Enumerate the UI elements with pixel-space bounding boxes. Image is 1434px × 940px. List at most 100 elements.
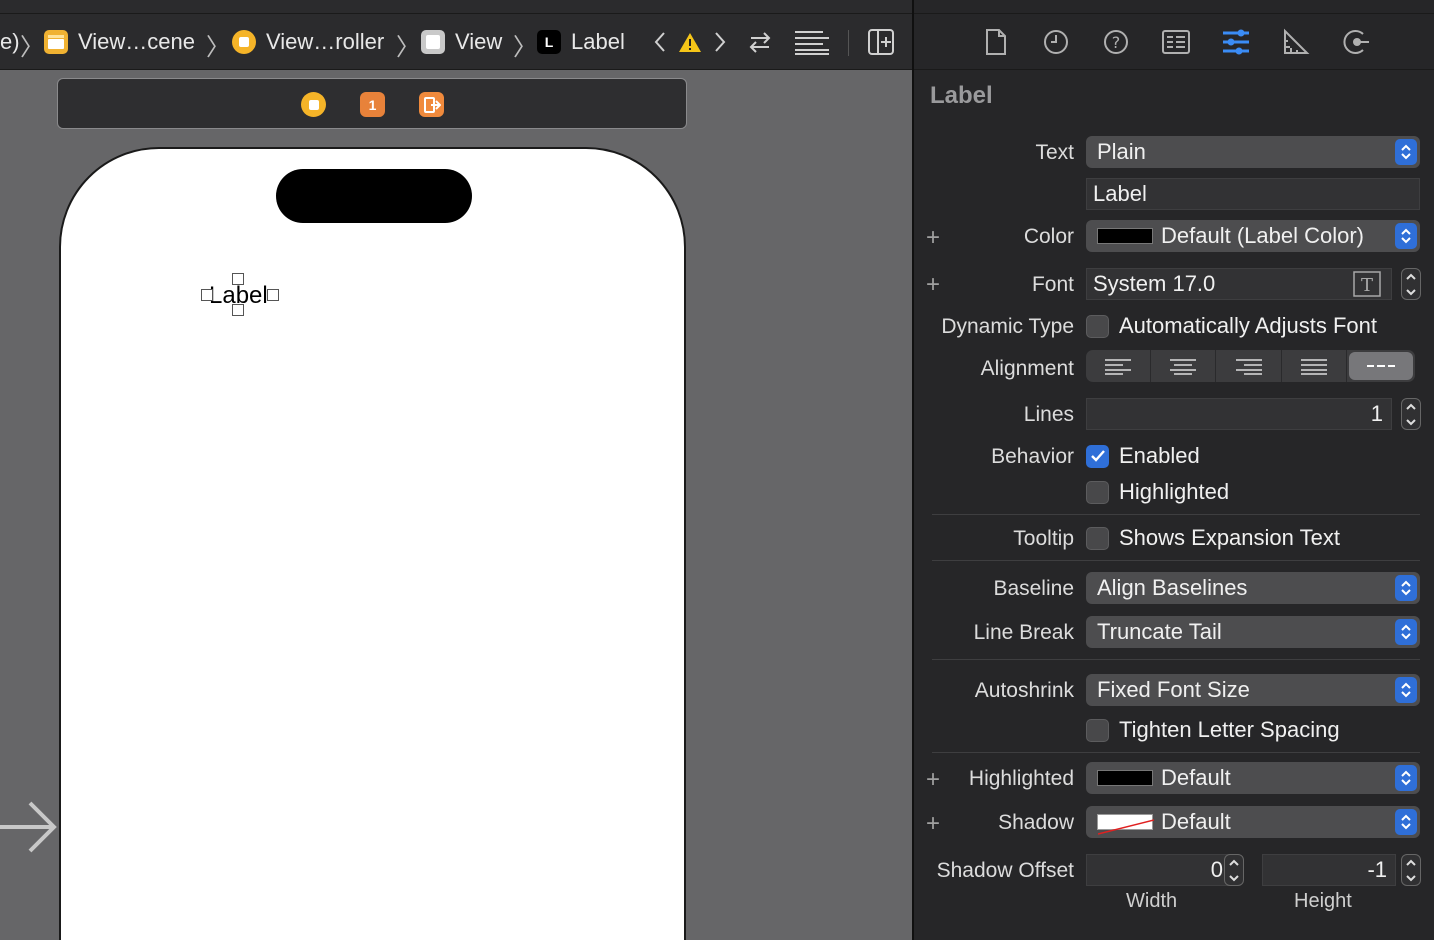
color-swatch <box>1097 770 1153 786</box>
connections-inspector-icon[interactable] <box>1341 26 1371 58</box>
align-left-button[interactable] <box>1086 350 1152 382</box>
chevron-down-icon <box>1406 418 1416 425</box>
view-controller-icon[interactable] <box>301 92 326 117</box>
exit-icon[interactable] <box>419 92 444 117</box>
align-natural-button[interactable] <box>1348 352 1414 380</box>
width-caption: Width <box>1126 890 1178 912</box>
svg-text:T: T <box>1361 275 1373 296</box>
view-icon <box>421 30 445 54</box>
tighten-spacing-checkbox[interactable]: Tighten Letter Spacing <box>1086 717 1340 743</box>
popup-chevron-icon <box>1395 619 1417 645</box>
add-variation-icon[interactable]: + <box>926 271 940 299</box>
editor-options-icon[interactable] <box>792 27 832 57</box>
text-type-value: Plain <box>1097 139 1146 164</box>
add-variation-icon[interactable]: + <box>926 810 940 838</box>
lines-stepper[interactable] <box>1401 398 1421 430</box>
add-variation-icon[interactable]: + <box>926 766 940 794</box>
adjusts-font-label: Automatically Adjusts Font <box>1119 313 1378 338</box>
toolbar-divider <box>848 30 849 56</box>
warning-icon[interactable] <box>677 27 703 57</box>
text-content-field[interactable]: Label <box>1086 178 1420 210</box>
adjusts-font-checkbox[interactable]: Automatically Adjusts Font <box>1086 313 1377 339</box>
shadow-offset-width-field[interactable]: 0 <box>1086 854 1232 886</box>
history-inspector-icon[interactable] <box>1041 26 1071 58</box>
align-justify-button[interactable] <box>1282 350 1347 382</box>
dynamic-island <box>276 169 472 223</box>
font-value: System 17.0 <box>1093 271 1216 296</box>
interface-builder-canvas[interactable]: e) 〉 View…cene 〉 View…roller 〉 View 〉 L … <box>0 0 912 940</box>
related-items-icon[interactable] <box>745 27 775 57</box>
height-caption: Height <box>1294 890 1352 912</box>
color-popup[interactable]: Default (Label Color) <box>1086 220 1420 252</box>
expansion-text-checkbox[interactable]: Shows Expansion Text <box>1086 525 1340 551</box>
autoshrink-popup[interactable]: Fixed Font Size <box>1086 674 1420 706</box>
attributes-inspector-icon[interactable] <box>1221 26 1251 58</box>
font-field[interactable]: System 17.0 T <box>1086 268 1392 300</box>
align-center-icon <box>1170 359 1197 375</box>
file-inspector-icon[interactable] <box>981 26 1011 58</box>
breadcrumb-label[interactable]: L Label <box>537 27 625 57</box>
text-type-popup[interactable]: Plain <box>1086 136 1420 168</box>
shadow-offset-height-field[interactable]: -1 <box>1262 854 1396 886</box>
baseline-popup[interactable]: Align Baselines <box>1086 572 1420 604</box>
align-right-icon <box>1235 359 1262 375</box>
entry-point-arrow-icon[interactable] <box>0 797 60 862</box>
alignment-label: Alignment <box>980 357 1074 380</box>
align-right-button[interactable] <box>1216 350 1282 382</box>
dynamic-type-label: Dynamic Type <box>941 315 1074 338</box>
font-label: Font <box>1031 273 1074 296</box>
first-responder-badge: 1 <box>368 96 377 113</box>
add-editor-icon <box>868 29 894 55</box>
tighten-spacing-label: Tighten Letter Spacing <box>1119 717 1340 742</box>
chevron-up-icon <box>1406 859 1416 866</box>
behavior-label: Behavior <box>991 445 1074 468</box>
breadcrumb-view-controller[interactable]: View…roller <box>232 27 384 57</box>
font-picker-icon[interactable]: T <box>1353 271 1381 303</box>
first-responder-icon[interactable]: 1 <box>360 92 385 117</box>
breadcrumb-view[interactable]: View <box>421 27 502 57</box>
font-size-stepper[interactable] <box>1401 268 1421 300</box>
enabled-checkbox[interactable]: Enabled <box>1086 443 1200 469</box>
chevron-right-icon: 〉 <box>206 34 230 61</box>
align-justify-icon <box>1300 359 1327 375</box>
popup-chevron-icon <box>1395 765 1417 791</box>
checkmark-icon <box>1086 444 1109 468</box>
resize-handle-top[interactable] <box>232 273 244 285</box>
identity-inspector-icon[interactable] <box>1161 26 1191 58</box>
quick-help-icon[interactable]: ? <box>1101 26 1131 58</box>
autoshrink-label: Autoshrink <box>974 679 1074 702</box>
breadcrumb-view-label: View <box>455 29 503 54</box>
divider <box>932 560 1420 561</box>
view-controller-icon <box>232 30 256 54</box>
breadcrumb-fragment[interactable]: e) <box>0 27 20 57</box>
resize-handle-left[interactable] <box>201 289 213 301</box>
next-issue-button[interactable] <box>708 27 732 57</box>
chevron-left-icon <box>654 32 665 52</box>
line-break-popup[interactable]: Truncate Tail <box>1086 616 1420 648</box>
align-center-button[interactable] <box>1151 350 1217 382</box>
highlighted-checkbox[interactable]: Highlighted <box>1086 479 1229 505</box>
lines-label: Lines <box>1023 403 1074 426</box>
resize-handle-right[interactable] <box>267 289 279 301</box>
resize-handle-bottom[interactable] <box>232 304 244 316</box>
size-inspector-icon[interactable] <box>1281 26 1311 58</box>
autoshrink-value: Fixed Font Size <box>1097 677 1250 702</box>
popup-chevron-icon <box>1395 575 1417 601</box>
chevron-right-icon: 〉 <box>513 34 537 61</box>
add-variation-icon[interactable]: + <box>926 224 940 252</box>
shadow-width-stepper[interactable] <box>1224 854 1244 886</box>
iphone-canvas[interactable]: Label <box>59 147 686 940</box>
breadcrumb-scene[interactable]: View…cene <box>44 27 195 57</box>
expansion-text-label: Shows Expansion Text <box>1119 525 1340 550</box>
highlighted-color-popup[interactable]: Default <box>1086 762 1420 794</box>
add-editor-button[interactable] <box>865 27 897 57</box>
lines-field[interactable]: 1 <box>1086 398 1392 430</box>
shadow-popup[interactable]: Default <box>1086 806 1420 838</box>
popup-chevron-icon <box>1395 139 1417 165</box>
shadow-height-stepper[interactable] <box>1401 854 1421 886</box>
chevron-right-icon: 〉 <box>20 34 44 61</box>
popup-chevron-icon <box>1395 223 1417 249</box>
no-color-swatch-icon <box>1097 814 1155 835</box>
previous-issue-button[interactable] <box>648 27 672 57</box>
line-break-label: Line Break <box>973 621 1074 644</box>
